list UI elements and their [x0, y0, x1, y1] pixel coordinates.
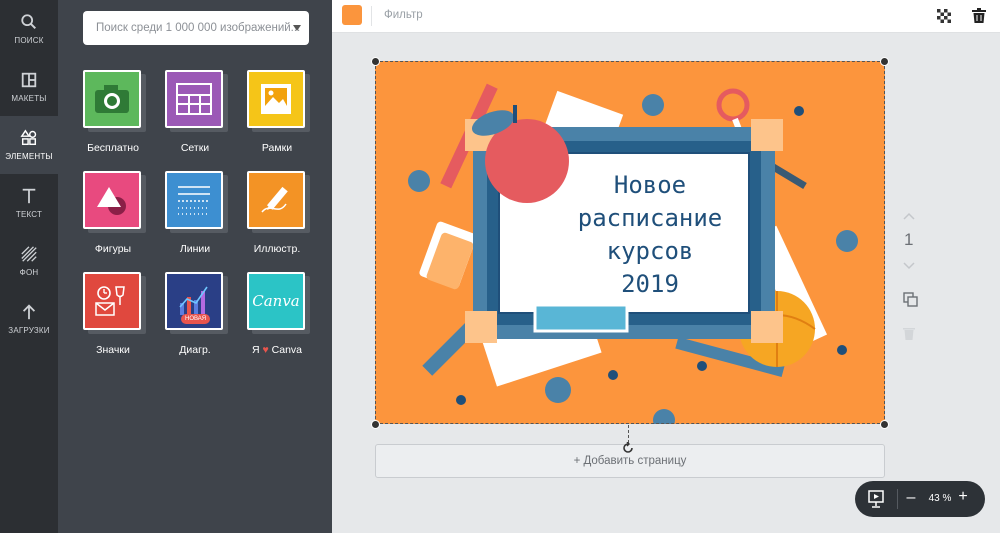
resize-handle-bl[interactable] [371, 420, 380, 429]
tile-label: Бесплатно [87, 142, 139, 154]
background-icon [21, 246, 37, 262]
title-line: Новое [613, 171, 687, 199]
tile-free[interactable]: Бесплатно [83, 70, 146, 154]
search-input[interactable]: Поиск среди 1 000 000 изображений... [83, 11, 309, 45]
title-line: курсов [606, 237, 694, 265]
present-icon[interactable] [868, 490, 884, 508]
design-page[interactable]: Новое расписание курсов 2019 [375, 61, 885, 424]
tile-illustrations[interactable]: Иллюстр. [247, 171, 310, 255]
tile-shapes[interactable]: Фигуры [83, 171, 146, 255]
tile-label: Иллюстр. [253, 243, 301, 255]
tile-label: Рамки [261, 142, 293, 154]
camera-icon [83, 70, 141, 128]
rail-item-uploads[interactable]: ЗАГРУЗКИ [0, 290, 58, 348]
rail-item-background[interactable]: ФОН [0, 232, 58, 290]
tile-label: Я ♥ Canva [237, 344, 317, 356]
grid-icon [165, 70, 223, 128]
search-placeholder: Поиск среди 1 000 000 изображений... [96, 22, 301, 34]
canva-logo-icon: Canva [247, 272, 305, 330]
tile-label: Линии [179, 243, 211, 255]
resize-handle-tr[interactable] [880, 57, 889, 66]
frame-icon [247, 70, 305, 128]
shapes-icon [83, 171, 141, 229]
pencil-icon [247, 171, 305, 229]
search-icon [21, 14, 37, 30]
tile-label: Фигуры [94, 243, 132, 255]
rail-item-elements[interactable]: ЭЛЕМЕНТЫ [0, 116, 58, 174]
title-line: расписание [577, 204, 723, 232]
rail-label: ЗАГРУЗКИ [8, 326, 50, 335]
resize-handle-tl[interactable] [371, 57, 380, 66]
editor-app: ПОИСК МАКЕТЫ ЭЛЕМЕНТЫ ТЕКСТ ФОН ЗАГРУЗКИ… [0, 0, 1000, 533]
trash-icon[interactable] [972, 8, 986, 23]
tile-label-prefix: Я [251, 344, 260, 356]
rail-item-search[interactable]: ПОИСК [0, 0, 58, 58]
left-rail: ПОИСК МАКЕТЫ ЭЛЕМЕНТЫ ТЕКСТ ФОН ЗАГРУЗКИ [0, 0, 58, 533]
move-down-icon[interactable] [903, 262, 915, 270]
heart-icon: ♥ [262, 344, 269, 356]
tile-label: Сетки [180, 142, 210, 154]
tile-label: Значки [96, 344, 130, 356]
filter-button[interactable]: Фильтр [384, 9, 423, 21]
tile-badges[interactable]: Значки [83, 272, 146, 356]
move-up-icon[interactable] [903, 212, 915, 220]
elements-panel: Поиск среди 1 000 000 изображений... Бес… [58, 0, 332, 533]
new-badge: НОВАЯ [181, 314, 211, 324]
rail-label: ПОИСК [14, 36, 44, 45]
zoom-out-button[interactable]: – [905, 489, 917, 507]
tile-charts[interactable]: НОВАЯ Диагр. [165, 272, 228, 356]
page-number: 1 [904, 230, 914, 249]
layouts-icon [21, 72, 37, 88]
zoom-in-button[interactable]: + [957, 488, 969, 506]
rail-label: МАКЕТЫ [11, 94, 47, 103]
page-title-text[interactable]: Новое расписание курсов 2019 [535, 169, 765, 301]
rotate-icon[interactable] [622, 442, 634, 454]
zoom-level: 43 % [928, 493, 952, 504]
delete-page-icon[interactable] [903, 326, 915, 340]
chevron-down-icon[interactable] [293, 25, 301, 31]
zoom-controls: – 43 % + [855, 481, 985, 517]
elements-icon [20, 129, 37, 146]
tile-i-love-canva[interactable]: Canva Я ♥ Canva [247, 272, 310, 356]
resize-handle-br[interactable] [880, 420, 889, 429]
canva-logo-text: Canva [252, 292, 300, 310]
tile-label: Диагр. [179, 344, 211, 356]
zoom-divider [897, 489, 898, 509]
rail-item-text[interactable]: ТЕКСТ [0, 174, 58, 232]
upload-icon [22, 304, 36, 320]
rail-label: ФОН [19, 268, 39, 277]
tile-lines[interactable]: Линии [165, 171, 228, 255]
text-icon [22, 188, 36, 204]
badges-icon [83, 272, 141, 330]
color-swatch-button[interactable] [342, 5, 362, 25]
rail-label: ТЕКСТ [15, 210, 43, 219]
lines-icon [165, 171, 223, 229]
rotate-guide [628, 425, 629, 443]
transparency-icon[interactable] [937, 9, 951, 23]
tile-grids[interactable]: Сетки [165, 70, 228, 154]
rail-label: ЭЛЕМЕНТЫ [5, 152, 53, 161]
tile-frames[interactable]: Рамки [247, 70, 310, 154]
rail-item-layouts[interactable]: МАКЕТЫ [0, 58, 58, 116]
tile-label-suffix: Canva [271, 344, 303, 356]
top-toolbar: Фильтр [332, 0, 1000, 33]
toolbar-divider [371, 6, 372, 26]
title-line: 2019 [621, 270, 679, 298]
duplicate-page-icon[interactable] [903, 292, 918, 307]
